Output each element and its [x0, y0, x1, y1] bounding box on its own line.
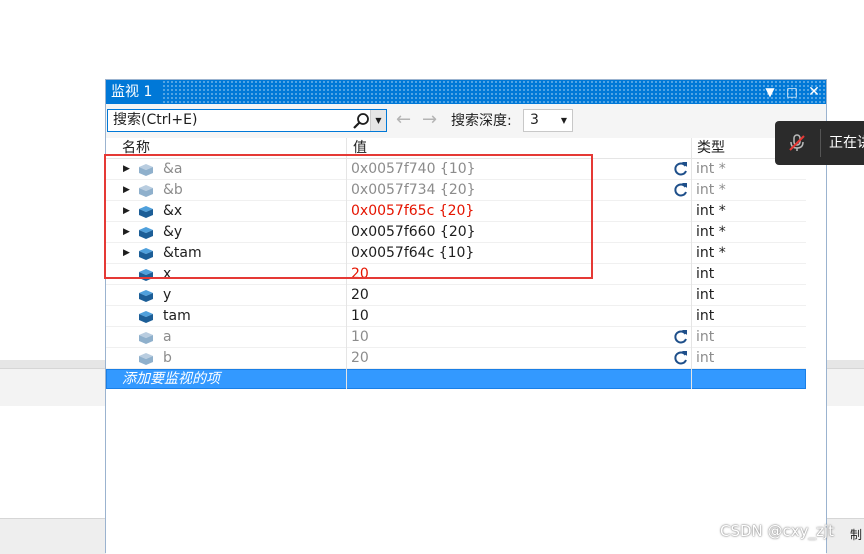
- watch-row-value[interactable]: 20: [351, 285, 369, 305]
- watch-row[interactable]: y 20 int: [106, 285, 806, 306]
- watch-row-value[interactable]: 10: [351, 327, 369, 347]
- variable-cube-icon: [139, 353, 153, 365]
- search-icon[interactable]: [352, 112, 370, 130]
- search-depth-select[interactable]: 3 ▼: [523, 109, 573, 132]
- notification-text: 正在讲: [829, 135, 864, 151]
- refresh-icon[interactable]: [673, 350, 689, 366]
- watch-row-value[interactable]: 10: [351, 306, 369, 326]
- column-header-type[interactable]: 类型: [697, 138, 725, 158]
- search-dropdown-button[interactable]: ▼: [370, 110, 386, 131]
- search-depth-label: 搜索深度:: [451, 113, 512, 129]
- watch-row-type: int: [696, 308, 715, 324]
- search-input[interactable]: 搜索(Ctrl+E) ▼: [107, 109, 387, 132]
- watch-window-titlebar[interactable]: 监视 1 ▼ □ ✕: [106, 80, 826, 104]
- watch-row-value[interactable]: 20: [351, 348, 369, 368]
- variable-cube-icon: [139, 311, 153, 323]
- watch-row-type: int *: [696, 161, 726, 177]
- watch-row-name[interactable]: y: [163, 285, 171, 305]
- watch-row-type: int *: [696, 182, 726, 198]
- close-button[interactable]: ✕: [804, 80, 824, 104]
- watch-row-name[interactable]: a: [163, 327, 172, 347]
- refresh-icon[interactable]: [673, 161, 689, 177]
- variable-cube-icon: [139, 332, 153, 344]
- search-depth-value: 3: [530, 112, 539, 128]
- maximize-button[interactable]: □: [782, 80, 802, 104]
- watch-window-title: 监视 1: [106, 80, 163, 104]
- watch-toolbar: 搜索(Ctrl+E) ▼ ← → 搜索深度: 3 ▼: [106, 104, 826, 138]
- back-arrow-icon[interactable]: ←: [396, 109, 411, 131]
- watermark: CSDN @cxy_zjt: [720, 522, 834, 540]
- watch-row-type: int: [696, 266, 715, 282]
- watermark-suffix: 制: [850, 528, 863, 542]
- watch-row-type: int: [696, 350, 715, 366]
- refresh-icon[interactable]: [673, 329, 689, 345]
- watch-row-type: int *: [696, 224, 726, 240]
- watch-window: 监视 1 ▼ □ ✕ 搜索(Ctrl+E) ▼ ← → 搜索深度: 3 ▼ 名称…: [105, 79, 827, 554]
- watch-row[interactable]: a 10 int: [106, 327, 806, 348]
- add-watch-row[interactable]: 添加要监视的项: [106, 369, 806, 389]
- chevron-down-icon: ▼: [560, 116, 567, 125]
- notification-toast[interactable]: 正在讲: [775, 121, 864, 165]
- column-divider[interactable]: [691, 138, 692, 158]
- watch-row-type: int: [696, 329, 715, 345]
- watch-row-type: int: [696, 287, 715, 303]
- watch-row-name[interactable]: tam: [163, 306, 191, 326]
- variable-cube-icon: [139, 290, 153, 302]
- search-input-value: 搜索(Ctrl+E): [113, 112, 198, 128]
- watch-row-type: int *: [696, 245, 726, 261]
- window-dropdown-button[interactable]: ▼: [760, 80, 780, 104]
- add-watch-placeholder[interactable]: 添加要监视的项: [122, 370, 220, 388]
- watch-row-name[interactable]: b: [163, 348, 172, 368]
- column-separator: [691, 159, 692, 389]
- mic-muted-icon: [789, 134, 805, 151]
- watch-row-type: int *: [696, 203, 726, 219]
- forward-arrow-icon[interactable]: →: [422, 109, 437, 131]
- highlight-annotation-box: [104, 154, 593, 279]
- refresh-icon[interactable]: [673, 182, 689, 198]
- watch-row[interactable]: tam 10 int: [106, 306, 806, 327]
- watch-row[interactable]: b 20 int: [106, 348, 806, 369]
- notification-divider: [820, 129, 821, 157]
